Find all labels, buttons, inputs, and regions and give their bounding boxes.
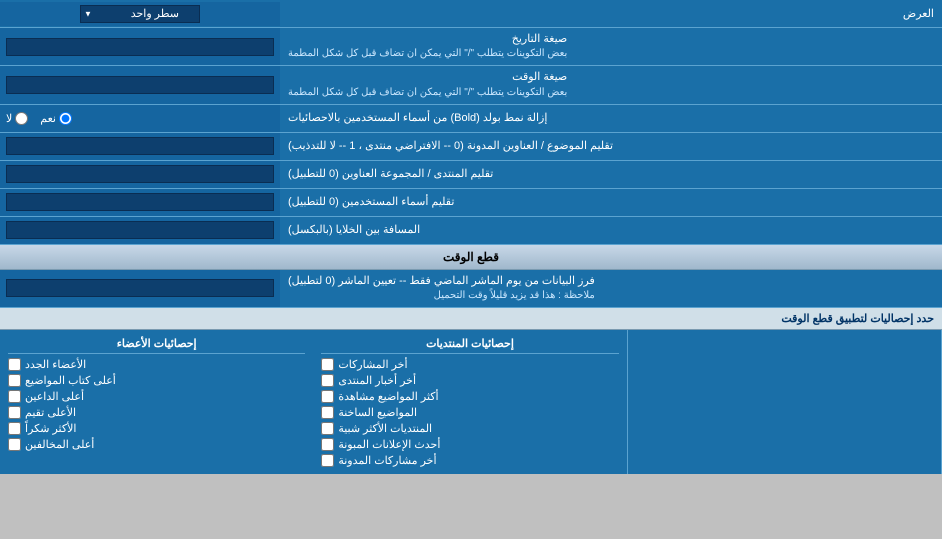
- cell-spacing-input-cell: 2: [0, 217, 280, 244]
- forum-align-label: تقليم المنتدى / المجموعة العناوين (0 للت…: [280, 161, 942, 188]
- checkbox-label[interactable]: أخر المشاركات: [338, 358, 407, 371]
- date-format-input-cell: d-m: [0, 28, 280, 65]
- date-format-label: صيغة التاريخ بعض التكوينات يتطلب "/" الت…: [280, 28, 942, 65]
- bold-remove-input-cell: نعم لا: [0, 105, 280, 132]
- checkbox-label[interactable]: أعلى المخالفين: [25, 438, 94, 451]
- checkbox-item: المنتديات الأكثر شبية: [321, 422, 618, 435]
- checkbox-label[interactable]: المواضيع الساخنة: [338, 406, 417, 419]
- checkbox-item: الأعضاء الجدد: [8, 358, 305, 371]
- cutoff-label: فرز البيانات من يوم الماشر الماضي فقط --…: [280, 270, 942, 307]
- checkbox-item: أخر المشاركات: [321, 358, 618, 371]
- checkbox-label[interactable]: أخر أخبار المنتدى: [338, 374, 416, 387]
- checkboxes-col-forums: إحصائيات المنتديات أخر المشاركات أخر أخب…: [313, 330, 627, 474]
- username-align-row: تقليم أسماء المستخدمين (0 للتطبيل) 0: [0, 189, 942, 217]
- display-select[interactable]: سطر واحد سطرين ثلاثة أسطر: [80, 5, 200, 23]
- cutoff-input[interactable]: 0: [6, 279, 274, 297]
- time-format-input-cell: H:i: [0, 66, 280, 103]
- radio-no[interactable]: [15, 112, 28, 125]
- subject-align-input[interactable]: 33: [6, 137, 274, 155]
- checkbox-latest-announcements[interactable]: [321, 438, 334, 451]
- forum-align-input[interactable]: 33: [6, 165, 274, 183]
- bold-remove-row: إزالة نمط بولد (Bold) من أسماء المستخدمي…: [0, 105, 942, 133]
- checkbox-item: أخر مشاركات المدونة: [321, 454, 618, 467]
- checkbox-new-members[interactable]: [8, 358, 21, 371]
- forum-align-row: تقليم المنتدى / المجموعة العناوين (0 للت…: [0, 161, 942, 189]
- checkbox-item: أعلى المخالفين: [8, 438, 305, 451]
- checkbox-label[interactable]: أعلى الداعين: [25, 390, 84, 403]
- radio-yes-label[interactable]: نعم: [40, 112, 72, 125]
- username-align-label: تقليم أسماء المستخدمين (0 للتطبيل): [280, 189, 942, 216]
- cutoff-row: فرز البيانات من يوم الماشر الماضي فقط --…: [0, 270, 942, 308]
- display-input-cell: سطر واحد سطرين ثلاثة أسطر: [0, 2, 280, 26]
- date-format-input[interactable]: d-m: [6, 38, 274, 56]
- cutoff-section-header: قطع الوقت: [0, 245, 942, 270]
- date-format-row: صيغة التاريخ بعض التكوينات يتطلب "/" الت…: [0, 28, 942, 66]
- checkbox-label[interactable]: أكثر المواضيع مشاهدة: [338, 390, 438, 403]
- main-container: العرض سطر واحد سطرين ثلاثة أسطر صيغة الت…: [0, 0, 942, 474]
- subject-align-row: تقليم الموضوع / العناوين المدونة (0 -- ا…: [0, 133, 942, 161]
- subject-align-label: تقليم الموضوع / العناوين المدونة (0 -- ا…: [280, 133, 942, 160]
- display-row: العرض سطر واحد سطرين ثلاثة أسطر: [0, 0, 942, 28]
- display-label: العرض: [280, 3, 942, 24]
- cutoff-input-cell: 0: [0, 270, 280, 307]
- checkbox-item: المواضيع الساخنة: [321, 406, 618, 419]
- radio-no-label[interactable]: لا: [6, 112, 28, 125]
- display-select-wrapper: سطر واحد سطرين ثلاثة أسطر: [80, 5, 200, 23]
- cell-spacing-input[interactable]: 2: [6, 221, 274, 239]
- username-align-input-cell: 0: [0, 189, 280, 216]
- checkbox-top-rated[interactable]: [8, 406, 21, 419]
- checkbox-item: أعلى الداعين: [8, 390, 305, 403]
- checkbox-label[interactable]: المنتديات الأكثر شبية: [338, 422, 432, 435]
- checkboxes-grid: إحصائيات المنتديات أخر المشاركات أخر أخب…: [0, 330, 942, 474]
- stats-header: حدد إحصاليات لتطبيق قطع الوقت: [0, 308, 942, 330]
- time-format-label: صيغة الوقت بعض التكوينات يتطلب "/" التي …: [280, 66, 942, 103]
- checkbox-most-viewed[interactable]: [321, 390, 334, 403]
- time-format-input[interactable]: H:i: [6, 76, 274, 94]
- checkbox-item: أحدث الإعلانات المبونة: [321, 438, 618, 451]
- checkbox-hot-topics[interactable]: [321, 406, 334, 419]
- checkbox-top-inviters[interactable]: [8, 390, 21, 403]
- col-members-header: إحصائيات الأعضاء: [8, 334, 305, 354]
- checkbox-label[interactable]: أعلى كتاب المواضيع: [25, 374, 116, 387]
- checkbox-label[interactable]: أحدث الإعلانات المبونة: [338, 438, 440, 451]
- checkbox-blog-posts[interactable]: [321, 454, 334, 467]
- checkbox-label[interactable]: الأكثر شكراً: [25, 422, 76, 435]
- time-format-row: صيغة الوقت بعض التكوينات يتطلب "/" التي …: [0, 66, 942, 104]
- checkbox-most-thanked[interactable]: [8, 422, 21, 435]
- subject-align-input-cell: 33: [0, 133, 280, 160]
- cell-spacing-label: المسافة بين الخلايا (بالبكسل): [280, 217, 942, 244]
- forum-align-input-cell: 33: [0, 161, 280, 188]
- checkbox-last-posts[interactable]: [321, 358, 334, 371]
- checkbox-item: أعلى كتاب المواضيع: [8, 374, 305, 387]
- checkbox-label[interactable]: الأعلى تقيم: [25, 406, 76, 419]
- checkbox-item: أكثر المواضيع مشاهدة: [321, 390, 618, 403]
- checkbox-most-active-forums[interactable]: [321, 422, 334, 435]
- checkboxes-col-empty: [628, 330, 942, 474]
- checkbox-forum-news[interactable]: [321, 374, 334, 387]
- checkboxes-col-members: إحصائيات الأعضاء الأعضاء الجدد أعلى كتاب…: [0, 330, 313, 474]
- bold-remove-label: إزالة نمط بولد (Bold) من أسماء المستخدمي…: [280, 105, 942, 132]
- checkbox-label[interactable]: الأعضاء الجدد: [25, 358, 86, 371]
- cell-spacing-row: المسافة بين الخلايا (بالبكسل) 2: [0, 217, 942, 245]
- radio-yes[interactable]: [59, 112, 72, 125]
- checkbox-item: الأكثر شكراً: [8, 422, 305, 435]
- checkbox-top-writers[interactable]: [8, 374, 21, 387]
- checkbox-item: الأعلى تقيم: [8, 406, 305, 419]
- checkbox-label[interactable]: أخر مشاركات المدونة: [338, 454, 436, 467]
- checkbox-item: أخر أخبار المنتدى: [321, 374, 618, 387]
- checkbox-top-violators[interactable]: [8, 438, 21, 451]
- username-align-input[interactable]: 0: [6, 193, 274, 211]
- col-forums-header: إحصائيات المنتديات: [321, 334, 618, 354]
